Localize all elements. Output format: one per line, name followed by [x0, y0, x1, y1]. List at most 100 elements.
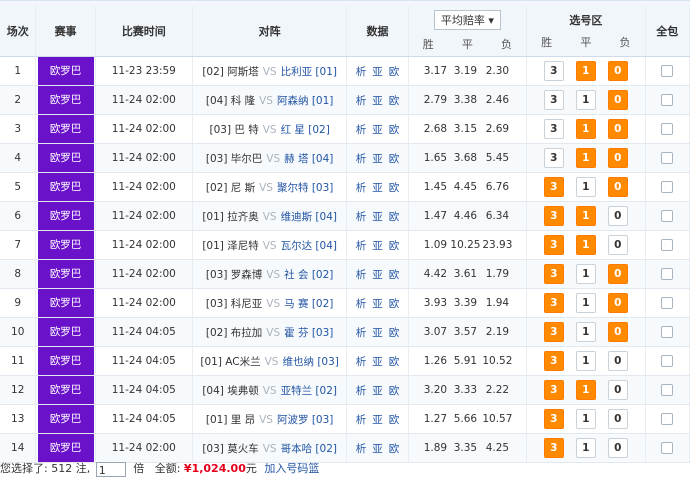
away-team[interactable]: 比利亚 [01]	[281, 66, 337, 78]
asian-odds-link[interactable]: 亚	[372, 385, 383, 397]
all-checkbox[interactable]	[661, 152, 674, 164]
away-team[interactable]: 红 星 [02]	[281, 124, 330, 136]
home-team[interactable]: [01] AC米兰	[200, 356, 260, 368]
analysis-link[interactable]: 析	[356, 211, 367, 223]
home-team[interactable]: [02] 阿斯塔	[202, 66, 258, 78]
all-checkbox[interactable]	[661, 94, 674, 106]
pick-draw-button[interactable]: 1	[575, 264, 596, 284]
pick-win-button[interactable]: 3	[543, 264, 564, 284]
asian-odds-link[interactable]: 亚	[372, 124, 383, 136]
pick-draw-button[interactable]: 1	[575, 148, 596, 168]
home-team[interactable]: [03] 科尼亚	[206, 298, 262, 310]
euro-odds-link[interactable]: 欧	[389, 182, 400, 194]
pick-win-button[interactable]: 3	[543, 206, 564, 226]
pick-draw-button[interactable]: 1	[575, 206, 596, 226]
euro-odds-link[interactable]: 欧	[389, 414, 400, 426]
analysis-link[interactable]: 析	[356, 298, 367, 310]
pick-lose-button[interactable]: 0	[607, 119, 628, 139]
league-badge[interactable]: 欧罗巴	[37, 434, 94, 462]
pick-lose-button[interactable]: 0	[607, 177, 628, 197]
multiplier-input[interactable]: 1	[95, 461, 126, 477]
asian-odds-link[interactable]: 亚	[372, 182, 383, 194]
away-team[interactable]: 维也纳 [03]	[282, 356, 338, 368]
asian-odds-link[interactable]: 亚	[372, 66, 383, 78]
all-checkbox[interactable]	[661, 239, 674, 251]
pick-lose-button[interactable]: 0	[607, 235, 628, 255]
all-checkbox[interactable]	[661, 297, 674, 309]
pick-lose-button[interactable]: 0	[607, 90, 628, 110]
pick-draw-button[interactable]: 1	[575, 293, 596, 313]
analysis-link[interactable]: 析	[356, 385, 367, 397]
asian-odds-link[interactable]: 亚	[372, 356, 383, 368]
euro-odds-link[interactable]: 欧	[389, 153, 400, 165]
euro-odds-link[interactable]: 欧	[389, 269, 400, 281]
league-badge[interactable]: 欧罗巴	[37, 260, 94, 288]
away-team[interactable]: 马 赛 [02]	[284, 298, 333, 310]
analysis-link[interactable]: 析	[356, 124, 367, 136]
league-badge[interactable]: 欧罗巴	[37, 347, 94, 375]
pick-draw-button[interactable]: 1	[575, 61, 596, 81]
league-badge[interactable]: 欧罗巴	[37, 231, 94, 259]
analysis-link[interactable]: 析	[356, 182, 367, 194]
pick-win-button[interactable]: 3	[543, 119, 564, 139]
euro-odds-link[interactable]: 欧	[389, 211, 400, 223]
away-team[interactable]: 聚尔特 [03]	[277, 182, 333, 194]
pick-lose-button[interactable]: 0	[607, 322, 628, 342]
analysis-link[interactable]: 析	[356, 414, 367, 426]
away-team[interactable]: 维迪斯 [04]	[281, 211, 337, 223]
home-team[interactable]: [04] 埃弗顿	[202, 385, 258, 397]
pick-draw-button[interactable]: 1	[575, 438, 596, 458]
pick-lose-button[interactable]: 0	[607, 351, 628, 371]
all-checkbox[interactable]	[661, 181, 674, 193]
league-badge[interactable]: 欧罗巴	[37, 405, 94, 433]
league-badge[interactable]: 欧罗巴	[37, 173, 94, 201]
league-badge[interactable]: 欧罗巴	[37, 318, 94, 346]
away-team[interactable]: 阿森纳 [01]	[277, 95, 333, 107]
pick-win-button[interactable]: 3	[543, 351, 564, 371]
analysis-link[interactable]: 析	[356, 269, 367, 281]
pick-win-button[interactable]: 3	[543, 177, 564, 197]
euro-odds-link[interactable]: 欧	[389, 240, 400, 252]
all-checkbox[interactable]	[661, 123, 674, 135]
home-team[interactable]: [01] 里 昂	[206, 414, 255, 426]
league-badge[interactable]: 欧罗巴	[37, 202, 94, 230]
home-team[interactable]: [03] 莫火车	[202, 443, 258, 455]
all-checkbox[interactable]	[661, 326, 674, 338]
league-badge[interactable]: 欧罗巴	[37, 86, 94, 114]
pick-draw-button[interactable]: 1	[575, 235, 596, 255]
asian-odds-link[interactable]: 亚	[372, 327, 383, 339]
pick-draw-button[interactable]: 1	[575, 322, 596, 342]
pick-lose-button[interactable]: 0	[607, 206, 628, 226]
away-team[interactable]: 亚特兰 [02]	[281, 385, 337, 397]
pick-lose-button[interactable]: 0	[607, 409, 628, 429]
pick-win-button[interactable]: 3	[543, 235, 564, 255]
away-team[interactable]: 哥本哈 [02]	[281, 443, 337, 455]
pick-win-button[interactable]: 3	[543, 322, 564, 342]
pick-draw-button[interactable]: 1	[575, 119, 596, 139]
league-badge[interactable]: 欧罗巴	[37, 144, 94, 172]
pick-win-button[interactable]: 3	[543, 90, 564, 110]
analysis-link[interactable]: 析	[356, 95, 367, 107]
all-checkbox[interactable]	[661, 442, 674, 454]
all-checkbox[interactable]	[661, 355, 674, 367]
pick-win-button[interactable]: 3	[543, 409, 564, 429]
away-team[interactable]: 瓦尔达 [04]	[281, 240, 337, 252]
euro-odds-link[interactable]: 欧	[389, 356, 400, 368]
home-team[interactable]: [04] 科 隆	[206, 95, 255, 107]
away-team[interactable]: 霍 芬 [03]	[284, 327, 333, 339]
home-team[interactable]: [03] 毕尔巴	[206, 153, 262, 165]
asian-odds-link[interactable]: 亚	[372, 443, 383, 455]
asian-odds-link[interactable]: 亚	[372, 211, 383, 223]
asian-odds-link[interactable]: 亚	[372, 414, 383, 426]
pick-lose-button[interactable]: 0	[607, 438, 628, 458]
analysis-link[interactable]: 析	[356, 153, 367, 165]
home-team[interactable]: [01] 拉齐奥	[202, 211, 258, 223]
away-team[interactable]: 赫 塔 [04]	[284, 153, 333, 165]
asian-odds-link[interactable]: 亚	[372, 95, 383, 107]
pick-lose-button[interactable]: 0	[607, 380, 628, 400]
pick-draw-button[interactable]: 1	[575, 351, 596, 371]
pick-lose-button[interactable]: 0	[607, 264, 628, 284]
pick-lose-button[interactable]: 0	[607, 293, 628, 313]
analysis-link[interactable]: 析	[356, 443, 367, 455]
all-checkbox[interactable]	[661, 210, 674, 222]
